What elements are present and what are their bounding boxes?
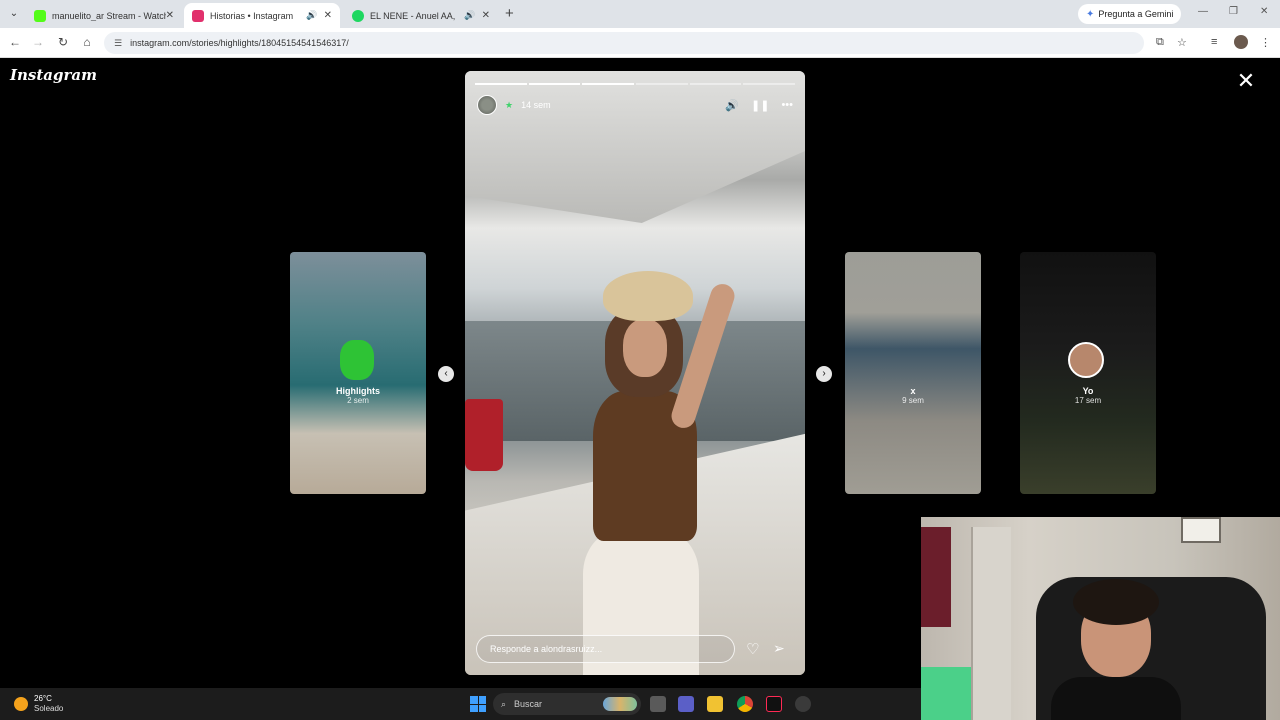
story-header: ★ 14 sem 🔊 ❚❚ ••• [477,95,793,115]
audio-playing-icon[interactable]: 🔊 [306,10,317,21]
webcam-person [1051,677,1181,720]
forward-button[interactable]: → [30,35,46,49]
close-tab-icon[interactable]: ✕ [324,10,332,21]
close-tab-icon[interactable]: ✕ [482,10,490,21]
address-bar[interactable]: ☰ instagram.com/stories/highlights/18045… [104,32,1144,54]
steam-icon[interactable] [795,696,811,712]
close-tab-icon[interactable]: ✕ [166,10,174,21]
like-heart-icon[interactable]: ♡ [746,640,759,658]
new-tab-button[interactable]: + [505,5,514,22]
tab-search-icon[interactable]: ⌄ [6,6,22,22]
spotify-favicon-icon [352,9,364,22]
close-friends-star-icon: ★ [505,99,514,110]
reload-button[interactable]: ↻ [55,35,71,49]
story-preview-label: x 9 sem [845,386,981,405]
extensions-icon[interactable]: ≡ [1211,36,1217,48]
story-time-ago: 9 sem [902,396,924,405]
url-text: instagram.com/stories/highlights/1804515… [130,38,349,48]
story-author-avatar[interactable] [477,95,497,115]
instagram-favicon-icon [192,9,204,22]
share-send-icon[interactable]: ➢ [773,640,785,657]
restore-window-button[interactable]: ❐ [1229,6,1238,17]
tab-instagram-stories[interactable]: Historias • Instagram 🔊 ✕ [184,3,340,28]
weather-description[interactable]: Soleado [34,704,63,713]
kick-favicon-icon [34,9,46,22]
bookmark-star-icon[interactable]: ☆ [1177,36,1187,49]
next-story-preview[interactable]: x 9 sem [845,252,981,494]
taskbar-search[interactable]: ⌕ Buscar [493,693,641,715]
story-image-hat [603,271,693,321]
story-time-ago: 17 sem [1074,396,1102,405]
webcam-person [1073,579,1159,625]
story-time-ago: 2 sem [347,396,369,405]
file-explorer-icon[interactable] [707,696,723,712]
audio-playing-icon[interactable]: 🔊 [464,10,475,21]
previous-story-arrow-icon[interactable]: ‹ [438,366,454,382]
story-progress-segment [636,83,688,85]
windows-start-icon[interactable] [470,696,486,712]
previous-story-preview[interactable]: Highlights 2 sem [290,252,426,494]
site-info-icon[interactable]: ☰ [114,38,122,49]
story-reply-input[interactable]: Responde a alondrasruizz... [476,635,735,663]
story-progress-bar [475,83,796,85]
tiktok-icon[interactable] [766,696,782,712]
story-progress-segment [582,83,635,85]
browser-toolbar: ← → ↻ ⌂ ☰ instagram.com/stories/highligh… [0,28,1280,58]
story-image-person [623,319,667,377]
back-button[interactable]: ← [7,35,23,49]
story-preview-label: Highlights 2 sem [290,386,426,405]
teams-icon[interactable] [678,696,694,712]
mute-icon[interactable]: 🔊 [725,99,739,112]
webcam-overlay [921,517,1280,720]
minimize-window-button[interactable]: — [1198,6,1208,17]
story-progress-segment [528,83,581,85]
gemini-sparkle-icon: ✦ [1086,8,1095,20]
tab-title: manuelito_ar Stream - Watch L [52,10,166,21]
story-progress-segment [475,83,527,85]
pause-icon[interactable]: ❚❚ [751,99,769,112]
story-name: x [910,386,916,396]
tab-spotify[interactable]: EL NENE - Anuel AA, Foreig 🔊 ✕ [344,3,498,28]
close-stories-button[interactable]: ✕ [1234,70,1258,94]
story-progress-segment [743,83,796,85]
task-view-icon[interactable] [650,696,666,712]
story-preview-label: Yo 17 sem [1020,386,1156,405]
story-avatar [1068,342,1104,378]
current-story[interactable]: ★ 14 sem 🔊 ❚❚ ••• Responde a alondrasrui… [465,71,805,675]
browser-menu-icon[interactable]: ⋮ [1260,36,1271,49]
profile-avatar[interactable] [1234,35,1248,49]
story-name: Yo [1082,386,1094,396]
install-app-icon[interactable]: ⧉ [1156,36,1164,49]
next-story-arrow-icon[interactable]: › [816,366,832,382]
ask-gemini-button[interactable]: ✦ Pregunta a Gemini [1078,4,1182,24]
tab-title: EL NENE - Anuel AA, Foreig [370,10,458,21]
weather-temperature[interactable]: 26°C [34,694,52,703]
more-options-icon[interactable]: ••• [781,99,793,112]
home-button[interactable]: ⌂ [79,35,95,49]
chrome-icon[interactable] [737,696,753,712]
gemini-label: Pregunta a Gemini [1098,9,1174,19]
close-window-button[interactable]: ✕ [1260,6,1268,17]
search-highlights-icon [603,697,637,711]
story-avatar [340,340,374,380]
windows-taskbar: 26°C Soleado ⌕ Buscar [0,688,921,720]
search-placeholder: Buscar [514,699,543,709]
webcam-wall-frame [1181,517,1221,543]
next-story-preview[interactable]: Yo 17 sem [1020,252,1156,494]
webcam-door [971,527,1011,720]
browser-tab-strip: ⌄ manuelito_ar Stream - Watch L ✕ Histor… [0,0,1280,28]
tab-title: Historias • Instagram [210,10,294,21]
instagram-logo[interactable]: Instagram [10,66,97,84]
tab-kick-stream[interactable]: manuelito_ar Stream - Watch L ✕ [26,3,182,28]
webcam-background [921,527,951,627]
story-progress-segment [689,83,742,85]
weather-sun-icon[interactable] [14,697,28,711]
story-time-ago: 14 sem [521,100,551,110]
story-name: Highlights [336,386,380,396]
search-icon: ⌕ [501,698,507,709]
story-image-cup [465,399,503,471]
